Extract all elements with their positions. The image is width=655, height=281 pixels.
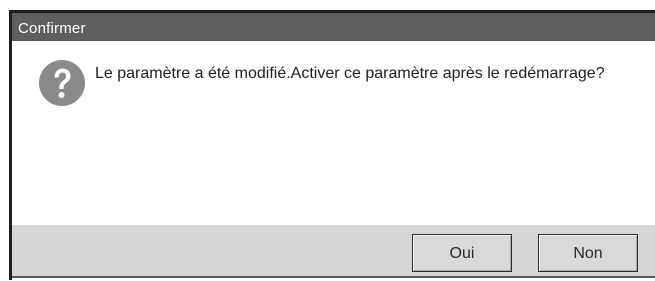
no-button[interactable]: Non [538,234,638,272]
dialog-title-bar[interactable]: Confirmer [12,10,655,41]
question-icon [39,60,85,106]
dialog-button-bar: Oui Non [12,225,655,278]
dialog-title: Confirmer [18,20,86,37]
dialog-message: Le paramètre a été modifié.Activer ce pa… [95,65,605,82]
dialog-body: Le paramètre a été modifié.Activer ce pa… [12,41,655,225]
confirm-dialog: Confirmer Le paramètre a été modifié.Act… [9,10,655,280]
yes-button[interactable]: Oui [412,234,512,272]
screen: Confirmer Le paramètre a été modifié.Act… [0,0,655,281]
dialog-bottom-border [12,276,655,278]
